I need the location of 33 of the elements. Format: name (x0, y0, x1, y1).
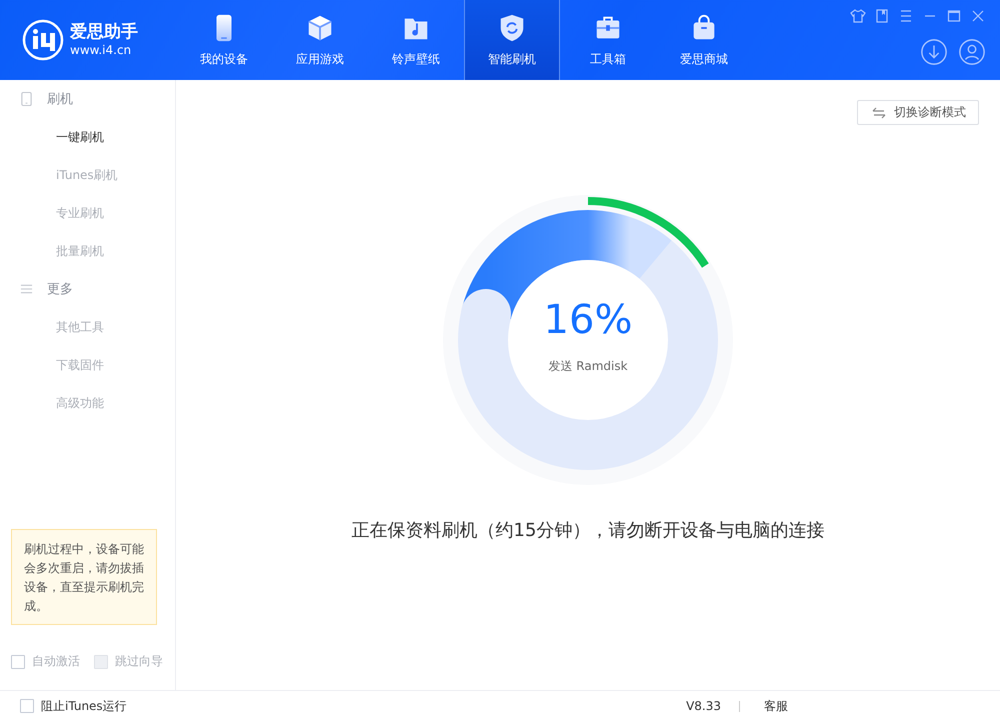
nav-tab[interactable]: 智能刷机 (464, 0, 560, 80)
checkbox[interactable] (11, 654, 25, 668)
mode-button[interactable]: 切换诊断模式 (857, 100, 979, 125)
nav-tab[interactable]: 工具箱 (560, 0, 656, 80)
shirt-icon[interactable] (850, 8, 866, 24)
maximize-icon[interactable] (946, 8, 962, 24)
checkbox[interactable] (20, 699, 34, 713)
logo-icon (22, 19, 64, 61)
tip-box: 刷机过程中，设备可能会多次重启，请勿拔插设备，直至提示刷机完成。 (11, 529, 157, 625)
group-title: 刷机 (47, 91, 73, 108)
nav-tab[interactable]: 我的设备 (176, 0, 272, 80)
nav-tab[interactable]: 爱思商城 (656, 0, 752, 80)
status-message: 正在保资料刷机（约15分钟），请勿断开设备与电脑的连接 (352, 519, 824, 542)
phone-icon (20, 91, 33, 107)
option-label: 跳过向导 (115, 653, 163, 670)
version-text: V8.33 (686, 699, 721, 713)
nav-tab[interactable]: 铃声壁纸 (368, 0, 464, 80)
book-icon[interactable] (874, 8, 890, 24)
nav-tab[interactable]: 应用游戏 (272, 0, 368, 80)
app-url: www.i4.cn (70, 42, 132, 58)
group-title: 更多 (47, 281, 73, 298)
support-link[interactable]: 客服 (764, 698, 788, 714)
progress-percent: 16% (544, 296, 632, 344)
app-name: 爱思助手 (70, 22, 138, 42)
user-icon[interactable] (958, 38, 986, 66)
close-icon[interactable] (970, 8, 986, 24)
sidebar-item[interactable]: 一键刷机 (0, 118, 175, 156)
option-label: 阻止iTunes运行 (41, 698, 127, 714)
download-icon[interactable] (920, 38, 948, 66)
swap-icon (872, 106, 886, 118)
option-label: 自动激活 (32, 653, 80, 670)
menu-icon[interactable] (898, 8, 914, 24)
progress-step: 发送 Ramdisk (548, 358, 628, 374)
